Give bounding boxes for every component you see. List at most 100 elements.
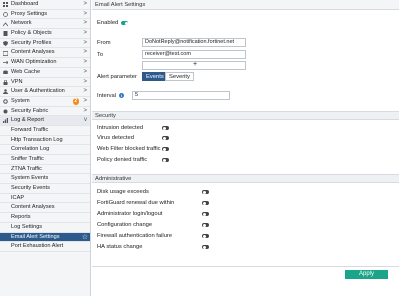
sidebar-subitem-label: ICAP (11, 194, 25, 201)
disk-usage-toggle[interactable] (202, 190, 209, 194)
log-icon (2, 118, 8, 124)
sidebar-item-policy-objects[interactable]: Policy & Objects > (0, 29, 90, 39)
sidebar-subitem-ztna-traffic[interactable]: ZTNA Traffic (0, 165, 90, 175)
sidebar-subitem-label: Email Alert Settings (11, 233, 60, 240)
sidebar-item-label: Security Profiles (11, 39, 52, 46)
notification-badge: 2 (72, 98, 79, 105)
sidebar-subitem-label: Forward Traffic (11, 126, 49, 133)
sidebar-subitem-label: Reports (11, 214, 31, 221)
sidebar-item-label: System (11, 97, 30, 104)
admin-item-label: Administrator login/logout (97, 211, 163, 217)
sidebar-item-security-fabric[interactable]: Security Fabric > (0, 107, 90, 117)
sidebar-subitem-label: Http Transaction Log (11, 136, 63, 143)
chevron-down-icon: v (84, 117, 87, 124)
sidebar-item-security-profiles[interactable]: Security Profiles > (0, 39, 90, 49)
sidebar-item-system[interactable]: System 2 > (0, 97, 90, 107)
sidebar-subitem-email-alert-settings[interactable]: Email Alert Settings ☆ (0, 232, 90, 243)
sidebar-item-label: Dashboard (11, 1, 39, 7)
config-change-toggle[interactable] (202, 223, 209, 227)
interval-label: Interval (97, 93, 117, 99)
sidebar-item-vpn[interactable]: VPN > (0, 78, 90, 88)
from-label: From (97, 40, 111, 46)
chevron-right-icon: > (83, 59, 87, 66)
chevron-right-icon: > (83, 68, 87, 75)
sidebar-subitem-sniffer-traffic[interactable]: Sniffer Traffic (0, 155, 90, 165)
sidebar-item-label: Policy & Objects (11, 30, 52, 37)
chevron-right-icon: > (83, 20, 87, 27)
sidebar-item-content-analyses[interactable]: Content Analyses > (0, 48, 90, 59)
enabled-toggle[interactable] (121, 21, 128, 25)
apply-button[interactable]: Apply (345, 270, 388, 279)
sidebar-subitem-correlation-log[interactable]: Correlation Log (0, 145, 90, 155)
sidebar-subitem-label: Port Exhaustion Alert (11, 243, 64, 250)
admin-item-label: Disk usage exceeds (97, 189, 149, 195)
cache-icon (2, 70, 8, 74)
admin-item-label: HA status change (97, 244, 143, 250)
sidebar-item-log-report[interactable]: Log & Report v (0, 116, 90, 126)
security-item-label: Virus detected (97, 135, 134, 141)
sidebar-item-web-cache[interactable]: Web Cache > (0, 68, 90, 78)
sidebar-subitem-log-settings[interactable]: Log Settings (0, 223, 90, 233)
chevron-right-icon: > (83, 30, 87, 37)
sidebar-subitem-reports[interactable]: Reports (0, 213, 90, 223)
sidebar-item-label: Proxy Settings (11, 10, 48, 17)
chevron-right-icon: > (83, 97, 87, 104)
chevron-right-icon: > (83, 107, 87, 114)
admin-item-label: Firewall authentication failure (97, 233, 173, 239)
sidebar-item-network[interactable]: Network > (0, 19, 90, 30)
sidebar-item-wan-optimization[interactable]: WAN Optimization > (0, 58, 90, 68)
sidebar-item-dashboard[interactable]: Dashboard > (0, 0, 90, 10)
star-icon[interactable]: ☆ (82, 233, 88, 243)
gear-icon (2, 99, 8, 104)
sidebar-subitem-forward-traffic[interactable]: Forward Traffic (0, 126, 90, 136)
administrative-section-header: Administrative (92, 174, 399, 183)
virus-detected-toggle[interactable] (162, 136, 169, 140)
alert-parameter-label: Alert parameter (97, 74, 137, 80)
admin-item-label: Configuration change (97, 222, 153, 228)
security-item-label: Policy denied traffic (97, 157, 148, 163)
sidebar-subitem-label: Correlation Log (11, 146, 50, 153)
sidebar: Dashboard > Proxy Settings > Network > P… (0, 0, 91, 296)
interval-input[interactable] (132, 91, 230, 100)
info-icon[interactable]: i (119, 93, 124, 98)
sidebar-subitem-label: System Events (11, 175, 49, 182)
main-panel: Email Alert Settings Enabled From To + A… (92, 0, 399, 296)
sidebar-subitem-system-events[interactable]: System Events (0, 174, 90, 185)
chevron-right-icon: > (83, 1, 87, 7)
page-title: Email Alert Settings (92, 0, 399, 10)
add-recipient-button[interactable]: + (142, 61, 246, 70)
tab-severity[interactable]: Severity (165, 72, 194, 81)
security-item-label: Intrusion detected (97, 125, 144, 131)
ha-status-toggle[interactable] (202, 245, 209, 249)
sidebar-subitem-content-analyses[interactable]: Content Analyses (0, 203, 90, 214)
tab-events[interactable]: Events (142, 72, 168, 81)
sidebar-subitem-security-events[interactable]: Security Events (0, 184, 90, 194)
sidebar-subitem-icap[interactable]: ICAP (0, 194, 90, 204)
sidebar-item-label: Log & Report (11, 117, 44, 124)
web-filter-blocked-toggle[interactable] (162, 147, 169, 151)
to-input[interactable] (142, 50, 246, 59)
sidebar-subitem-label: Log Settings (11, 223, 43, 230)
sidebar-subitem-http-transaction-log[interactable]: Http Transaction Log (0, 136, 90, 146)
sidebar-item-label: Network (11, 20, 32, 27)
from-input[interactable] (142, 38, 246, 47)
sidebar-item-label: Content Analyses (11, 49, 55, 56)
policy-denied-toggle[interactable] (162, 158, 169, 162)
dashboard-icon (2, 2, 8, 8)
chevron-right-icon: > (83, 88, 87, 95)
sidebar-subitem-port-exhaustion-alert[interactable]: Port Exhaustion Alert (0, 242, 90, 252)
sidebar-item-proxy-settings[interactable]: Proxy Settings > (0, 10, 90, 20)
shield-icon (2, 40, 8, 46)
sidebar-item-user-authentication[interactable]: User & Authentication > (0, 87, 90, 97)
admin-login-toggle[interactable] (202, 212, 209, 216)
security-item-label: Web Filter blocked traffic (97, 146, 161, 152)
firewall-auth-failure-toggle[interactable] (202, 234, 209, 238)
intrusion-detected-toggle[interactable] (162, 126, 169, 130)
sidebar-item-label: VPN (11, 78, 23, 85)
fortiguard-renewal-toggle[interactable] (202, 201, 209, 205)
chevron-right-icon: > (83, 39, 87, 46)
policy-icon (3, 31, 7, 37)
chevron-right-icon: > (83, 10, 87, 17)
enabled-label: Enabled (97, 20, 119, 26)
footer-divider (92, 266, 399, 267)
